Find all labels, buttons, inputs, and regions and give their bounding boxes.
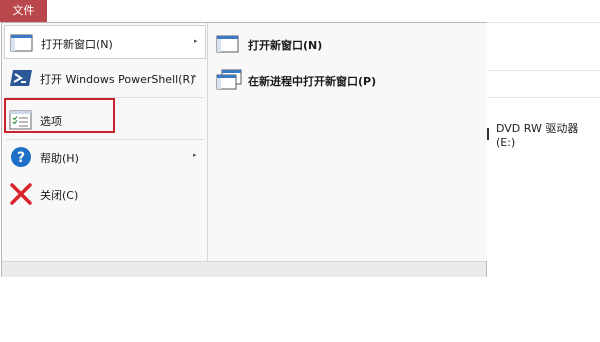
menu-left-pane: 打开新窗口(N) ▸ 打开 Windows PowerShell(R) ▸ 选项… [2, 23, 208, 261]
svg-text:?: ? [17, 150, 25, 166]
window-icon [10, 32, 34, 54]
submenu-arrow-icon: ▸ [193, 72, 197, 80]
ribbon-tab-bar: 文件 [0, 0, 600, 23]
menu-item-help[interactable]: ? 帮助(H) ▸ [4, 140, 206, 174]
multi-window-icon [216, 69, 242, 91]
drive-label[interactable]: DVD RW 驱动器 (E:) [496, 120, 600, 149]
window-icon [216, 33, 242, 55]
options-highlight-box [4, 98, 115, 133]
submenu-pane: 打开新窗口(N) 在新进程中打开新窗口(P) [208, 23, 487, 261]
divider [488, 97, 600, 98]
menu-item-open-powershell[interactable]: 打开 Windows PowerShell(R) ▸ [4, 61, 206, 95]
file-menu: 打开新窗口(N) ▸ 打开 Windows PowerShell(R) ▸ 选项… [1, 22, 487, 277]
submenu-item-label: 在新进程中打开新窗口(P) [248, 75, 377, 88]
submenu-item-open-new-window[interactable]: 打开新窗口(N) [216, 29, 476, 59]
close-icon [9, 183, 33, 205]
menu-footer [2, 261, 486, 277]
menu-item-label: 打开 Windows PowerShell(R) [40, 73, 195, 86]
file-tab[interactable]: 文件 [0, 0, 47, 22]
help-icon: ? [9, 146, 33, 168]
submenu-arrow-icon: ▸ [193, 151, 197, 159]
menu-item-label: 打开新窗口(N) [41, 38, 113, 51]
powershell-icon [9, 67, 33, 89]
menu-item-close[interactable]: 关闭(C) [4, 177, 206, 211]
submenu-item-label: 打开新窗口(N) [248, 39, 323, 52]
divider [488, 70, 600, 71]
submenu-arrow-icon: ▸ [194, 37, 198, 45]
menu-item-open-new-window[interactable]: 打开新窗口(N) ▸ [4, 25, 206, 59]
divider [488, 22, 600, 23]
drive-icon-edge [487, 128, 489, 140]
submenu-item-open-in-new-process[interactable]: 在新进程中打开新窗口(P) [216, 65, 476, 95]
menu-item-label: 帮助(H) [40, 152, 79, 165]
menu-item-label: 关闭(C) [40, 189, 79, 202]
